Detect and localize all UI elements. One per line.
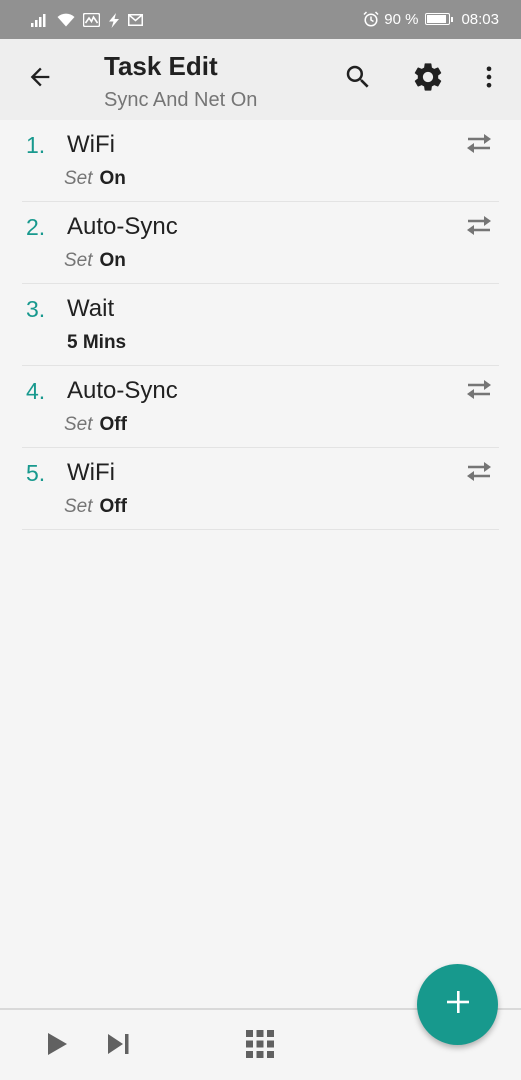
action-number: 4.: [26, 378, 46, 404]
action-item[interactable]: 5. WiFi Set Off: [22, 448, 499, 530]
action-number: 2.: [26, 214, 46, 240]
action-detail-value: Off: [99, 496, 127, 517]
play-icon: [46, 1032, 68, 1061]
battery-percent: 90 %: [384, 10, 419, 28]
plus-icon: [445, 989, 471, 1020]
more-options-button[interactable]: [471, 61, 507, 97]
battery-level: [427, 15, 447, 23]
action-name: WiFi: [67, 459, 115, 486]
search-button[interactable]: [340, 61, 376, 97]
action-detail-value: On: [99, 250, 126, 271]
action-number: 3.: [26, 296, 46, 322]
action-detail-value: 5 Mins: [67, 332, 127, 353]
clock: 08:03: [461, 10, 499, 28]
action-detail: 5 Mins: [67, 332, 126, 354]
action-name: WiFi: [67, 131, 115, 158]
action-number: 5.: [26, 460, 46, 486]
step-forward-button[interactable]: [102, 1030, 134, 1062]
add-action-button[interactable]: [417, 964, 498, 1045]
action-item[interactable]: 3. Wait 5 Mins: [22, 284, 499, 366]
swap-arrows-icon[interactable]: [465, 131, 493, 155]
alarm-icon: [363, 11, 379, 27]
swap-arrows-icon[interactable]: [465, 377, 493, 401]
mail-icon: [128, 14, 143, 26]
action-number: 1.: [26, 132, 46, 158]
action-list: 1. WiFi Set On 2. Auto-Sync Set On 3. Wait 5 Mins 4…: [0, 120, 521, 530]
action-name: Auto-Sync: [67, 213, 178, 240]
action-item[interactable]: 1. WiFi Set On: [22, 120, 499, 202]
action-detail-key: Set: [64, 250, 93, 271]
status-right: 90 % 08:03: [363, 8, 499, 30]
settings-button[interactable]: [410, 61, 446, 97]
battery-icon: [425, 13, 454, 25]
app-bar: Task Edit Sync And Net On: [0, 39, 521, 120]
flash-icon: [108, 12, 120, 28]
grid-icon: [246, 1029, 274, 1063]
activity-icon: [83, 13, 100, 27]
action-detail: Set On: [64, 168, 126, 190]
action-detail: Set On: [64, 250, 126, 272]
action-detail: Set Off: [64, 414, 127, 436]
grid-button[interactable]: [244, 1029, 276, 1063]
search-icon: [343, 62, 373, 97]
page-subtitle: Sync And Net On: [104, 89, 258, 111]
action-detail-key: Set: [64, 168, 93, 189]
action-detail-key: Set: [64, 414, 93, 435]
action-name: Auto-Sync: [67, 377, 178, 404]
wifi-icon: [57, 13, 75, 27]
action-item[interactable]: 4. Auto-Sync Set Off: [22, 366, 499, 448]
action-detail-key: Set: [64, 496, 93, 517]
back-button[interactable]: [22, 61, 58, 97]
page-title: Task Edit: [104, 51, 218, 81]
signal-icon: [31, 13, 49, 27]
action-detail-value: On: [99, 168, 126, 189]
status-left-icons: [31, 9, 143, 31]
play-button[interactable]: [41, 1030, 73, 1062]
more-vert-icon: [475, 63, 503, 96]
action-detail: Set Off: [64, 496, 127, 518]
swap-arrows-icon[interactable]: [465, 213, 493, 237]
swap-arrows-icon[interactable]: [465, 459, 493, 483]
action-name: Wait: [67, 295, 115, 322]
back-arrow-icon: [26, 63, 54, 96]
status-bar: 90 % 08:03: [0, 0, 521, 39]
action-item[interactable]: 2. Auto-Sync Set On: [22, 202, 499, 284]
step-forward-icon: [106, 1032, 130, 1061]
action-detail-value: Off: [99, 414, 127, 435]
gear-icon: [411, 60, 445, 99]
